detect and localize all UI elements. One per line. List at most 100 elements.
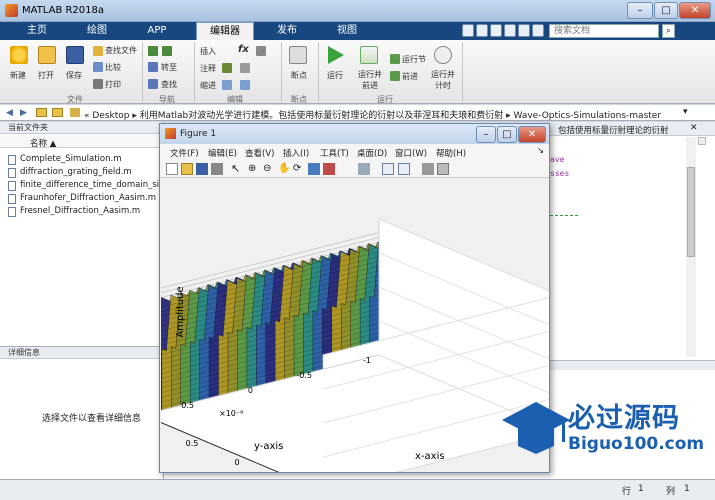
figure-maximize-button[interactable]: □ [497, 126, 517, 143]
pointer-icon[interactable]: ↖ [231, 163, 243, 175]
open-button[interactable]: 打开 [38, 70, 54, 81]
maximize-button[interactable]: □ [654, 2, 678, 19]
run-time-button[interactable]: 运行并 [431, 69, 455, 80]
cut-icon[interactable] [476, 24, 488, 37]
run-advance-button[interactable]: 运行并 [358, 69, 382, 80]
find-files-icon[interactable] [93, 46, 103, 56]
insert-button[interactable]: 插入 [200, 46, 216, 57]
insert-section-icon[interactable] [256, 46, 266, 56]
hide-plot-tools-icon[interactable] [422, 163, 434, 175]
colorbar-icon[interactable] [382, 163, 394, 175]
list-item[interactable]: finite_difference_time_domain_si [20, 180, 159, 190]
run-button[interactable]: 运行 [327, 70, 343, 81]
compare-button[interactable]: 比较 [105, 62, 121, 73]
surface-plot[interactable]: 10.50-0.5-110.50-0.5-110.50-0.5-1 Amplit… [121, 179, 561, 500]
run-section-icon[interactable] [390, 54, 400, 64]
run-section-button[interactable]: 运行节 [402, 54, 426, 65]
indent-button[interactable]: 缩进 [200, 80, 216, 91]
save-icon[interactable] [66, 46, 84, 64]
new-figure-icon[interactable] [166, 163, 178, 175]
copy-icon[interactable] [490, 24, 502, 37]
list-item[interactable]: Complete_Simulation.m [20, 154, 121, 164]
print-figure-icon[interactable] [211, 163, 223, 175]
find-files-button[interactable]: 查找文件 [105, 45, 137, 56]
figure-close-button[interactable]: ✕ [518, 126, 546, 143]
menu-help[interactable]: 帮助(H) [436, 147, 466, 159]
back-nav-icon[interactable]: ◀ [6, 108, 13, 118]
list-item[interactable]: Fresnel_Diffraction_Aasim.m [20, 206, 140, 216]
run-time-icon[interactable] [434, 46, 452, 64]
browse-folder-icon[interactable] [52, 108, 63, 117]
advance-button[interactable]: 前进 [402, 71, 418, 82]
path-breadcrumb[interactable]: « Desktop ▸ 利用Matlab对波动光学进行建模。包括使用标量衍射理论… [84, 108, 684, 121]
legend-icon[interactable] [398, 163, 410, 175]
pan-icon[interactable]: ✋ [278, 163, 290, 175]
list-item[interactable]: Fraunhofer_Diffraction_Aasim.m [20, 193, 156, 203]
minimize-button[interactable]: – [627, 2, 653, 19]
brush-icon[interactable] [323, 163, 335, 175]
folder-up-icon[interactable] [36, 108, 47, 117]
paste-icon[interactable] [504, 24, 516, 37]
open-file-icon[interactable] [181, 163, 193, 175]
tab-publish[interactable]: 发布 [258, 22, 316, 40]
dock-icon[interactable]: ↘ [537, 146, 544, 156]
menu-edit[interactable]: 编辑(E) [208, 147, 237, 159]
menu-tools[interactable]: 工具(T) [320, 147, 349, 159]
menu-view[interactable]: 查看(V) [245, 147, 274, 159]
comment-icon[interactable] [222, 63, 232, 73]
close-editor-icon[interactable]: ✕ [690, 123, 698, 133]
goto-icon[interactable] [148, 62, 158, 72]
breakpoint-icon[interactable] [289, 46, 307, 64]
tab-view[interactable]: 视图 [318, 22, 376, 40]
run-advance-icon[interactable] [360, 46, 378, 64]
outdent-icon[interactable] [240, 80, 250, 90]
indent-icon[interactable] [222, 80, 232, 90]
menu-insert[interactable]: 插入(I) [283, 147, 309, 159]
data-cursor-icon[interactable] [308, 163, 320, 175]
close-button[interactable]: ✕ [679, 2, 711, 19]
figure-window[interactable]: Figure 1 – □ ✕ 文件(F) 编辑(E) 查看(V) 插入(I) 工… [121, 123, 561, 500]
tab-home[interactable]: 主页 [8, 22, 66, 40]
new-icon[interactable] [10, 46, 28, 64]
list-item[interactable]: diffraction_grating_field.m [20, 167, 132, 177]
name-column-header[interactable]: 名称 ▲ [30, 137, 56, 149]
find-button[interactable]: 查找 [161, 79, 177, 90]
search-input[interactable]: 搜索文档 [549, 24, 659, 38]
fx-button[interactable]: fx [238, 44, 249, 55]
menu-file[interactable]: 文件(F) [170, 147, 199, 159]
figure-minimize-button[interactable]: – [476, 126, 496, 143]
new-button[interactable]: 新建 [10, 70, 26, 81]
tab-plots[interactable]: 绘图 [68, 22, 126, 40]
open-icon[interactable] [38, 46, 56, 64]
wrap-icon[interactable] [240, 63, 250, 73]
menu-window[interactable]: 窗口(W) [395, 147, 427, 159]
warning-indicator[interactable] [698, 137, 706, 145]
rotate-icon[interactable]: ⟳ [293, 163, 305, 175]
save-button[interactable]: 保存 [66, 70, 82, 81]
tab-apps[interactable]: APP [128, 22, 186, 40]
compare-icon[interactable] [93, 62, 103, 72]
run-icon[interactable] [328, 46, 344, 64]
find-icon[interactable] [148, 79, 158, 89]
menu-desktop[interactable]: 桌面(D) [357, 147, 387, 159]
path-dropdown-icon[interactable]: ▾ [683, 107, 688, 117]
back-icon[interactable] [148, 46, 158, 56]
search-icon[interactable]: ⌕ [662, 24, 675, 38]
save-icon[interactable] [462, 24, 474, 37]
editor-scrollbar[interactable] [686, 137, 696, 357]
print-icon[interactable] [93, 79, 103, 89]
save-figure-icon[interactable] [196, 163, 208, 175]
zoom-out-icon[interactable]: ⊖ [263, 163, 275, 175]
print-button[interactable]: 打印 [105, 79, 121, 90]
forward-icon[interactable] [162, 46, 172, 56]
goto-button[interactable]: 转至 [161, 62, 177, 73]
forward-nav-icon[interactable]: ▶ [20, 108, 27, 118]
tab-editor[interactable]: 编辑器 [196, 22, 254, 40]
zoom-in-icon[interactable]: ⊕ [248, 163, 260, 175]
axes-area[interactable]: 10.50-0.5-110.50-0.5-110.50-0.5-1 Amplit… [121, 179, 561, 500]
breakpoints-button[interactable]: 断点 [291, 70, 307, 81]
link-plot-icon[interactable] [358, 163, 370, 175]
undo-icon[interactable] [518, 24, 530, 37]
show-plot-tools-icon[interactable] [437, 163, 449, 175]
advance-icon[interactable] [390, 71, 400, 81]
